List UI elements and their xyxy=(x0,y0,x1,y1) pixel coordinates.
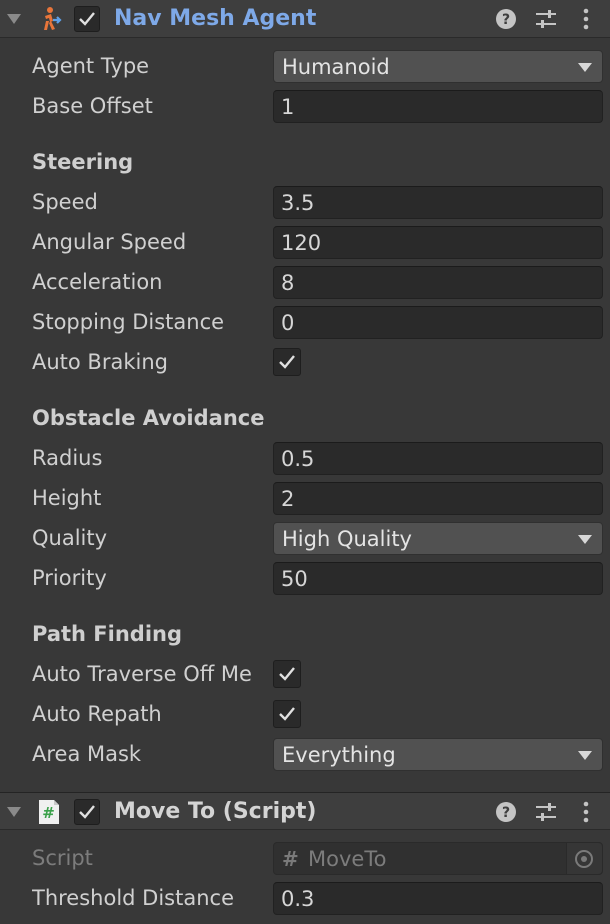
auto-braking-row: Auto Braking xyxy=(0,344,610,380)
stopping-distance-label: Stopping Distance xyxy=(32,310,225,334)
foldout-triangle-icon[interactable] xyxy=(6,11,22,27)
checkmark-icon xyxy=(279,667,295,681)
height-row: Height 2 xyxy=(0,480,610,516)
stopping-distance-value: 0 xyxy=(281,311,295,335)
object-picker-icon xyxy=(575,850,593,868)
checkmark-icon xyxy=(79,12,95,26)
dropdown-arrow-icon xyxy=(578,63,592,72)
svg-text:#: # xyxy=(42,804,55,822)
acceleration-field[interactable]: 8 xyxy=(273,266,603,299)
agent-type-label: Agent Type xyxy=(32,54,150,78)
base-offset-value: 1 xyxy=(281,95,295,119)
svg-text:?: ? xyxy=(502,805,510,821)
move-to-enabled-checkbox[interactable] xyxy=(74,799,100,825)
area-mask-value: Everything xyxy=(282,743,396,767)
agent-type-row: Agent Type Humanoid xyxy=(0,48,610,84)
csharp-script-icon: # xyxy=(39,800,59,824)
priority-field[interactable]: 50 xyxy=(273,562,603,595)
script-object-field: # MoveTo xyxy=(273,842,603,875)
script-file-icon: # xyxy=(282,847,299,871)
preset-sliders-icon[interactable] xyxy=(534,800,558,824)
height-field[interactable]: 2 xyxy=(273,482,603,515)
acceleration-value: 8 xyxy=(281,271,295,295)
obstacle-avoidance-heading: Obstacle Avoidance xyxy=(32,406,265,430)
angular-speed-label: Angular Speed xyxy=(32,230,187,254)
priority-value: 50 xyxy=(281,567,308,591)
svg-text:?: ? xyxy=(502,12,510,28)
dropdown-arrow-icon xyxy=(578,751,592,760)
radius-field[interactable]: 0.5 xyxy=(273,442,603,475)
angular-speed-field[interactable]: 120 xyxy=(273,226,603,259)
speed-row: Speed 3.5 xyxy=(0,184,610,220)
priority-label: Priority xyxy=(32,566,107,590)
threshold-distance-field[interactable]: 0.3 xyxy=(273,882,603,915)
kebab-menu-icon[interactable] xyxy=(574,800,598,824)
quality-dropdown[interactable]: High Quality xyxy=(273,522,603,555)
move-to-script-header[interactable]: # Move To (Script) ? xyxy=(0,792,610,830)
agent-type-dropdown[interactable]: Humanoid xyxy=(273,50,603,83)
agent-type-value: Humanoid xyxy=(282,55,390,79)
speed-label: Speed xyxy=(32,190,98,214)
threshold-distance-label: Threshold Distance xyxy=(32,886,234,910)
base-offset-label: Base Offset xyxy=(32,94,153,118)
kebab-menu-icon[interactable] xyxy=(574,7,598,31)
height-label: Height xyxy=(32,486,102,510)
radius-value: 0.5 xyxy=(281,447,315,471)
dropdown-arrow-icon xyxy=(578,535,592,544)
object-picker-button[interactable] xyxy=(566,843,602,874)
base-offset-field[interactable]: 1 xyxy=(273,90,603,123)
script-value: MoveTo xyxy=(308,847,387,871)
auto-repath-checkbox[interactable] xyxy=(273,700,301,728)
help-icon[interactable]: ? xyxy=(494,800,518,824)
checkmark-icon xyxy=(279,355,295,369)
quality-label: Quality xyxy=(32,526,108,550)
acceleration-label: Acceleration xyxy=(32,270,163,294)
auto-traverse-label: Auto Traverse Off Me xyxy=(32,662,252,686)
path-finding-heading: Path Finding xyxy=(32,622,183,646)
nav-mesh-agent-header[interactable]: Nav Mesh Agent ? xyxy=(0,0,610,38)
priority-row: Priority 50 xyxy=(0,560,610,596)
auto-traverse-row: Auto Traverse Off Me xyxy=(0,656,610,692)
speed-field[interactable]: 3.5 xyxy=(273,186,603,219)
speed-value: 3.5 xyxy=(281,191,315,215)
angular-speed-value: 120 xyxy=(281,231,322,255)
area-mask-dropdown[interactable]: Everything xyxy=(273,738,603,771)
threshold-distance-row: Threshold Distance 0.3 xyxy=(0,880,610,916)
checkmark-icon xyxy=(279,707,295,721)
auto-repath-label: Auto Repath xyxy=(32,702,162,726)
quality-row: Quality High Quality xyxy=(0,520,610,556)
steering-heading: Steering xyxy=(32,150,134,174)
stopping-distance-field[interactable]: 0 xyxy=(273,306,603,339)
auto-repath-row: Auto Repath xyxy=(0,696,610,732)
auto-traverse-checkbox[interactable] xyxy=(273,660,301,688)
quality-value: High Quality xyxy=(282,527,412,551)
script-row: Script # MoveTo xyxy=(0,840,610,876)
radius-row: Radius 0.5 xyxy=(0,440,610,476)
auto-braking-label: Auto Braking xyxy=(32,350,168,374)
radius-label: Radius xyxy=(32,446,103,470)
threshold-distance-value: 0.3 xyxy=(281,887,315,911)
angular-speed-row: Angular Speed 120 xyxy=(0,224,610,260)
component-title: Nav Mesh Agent xyxy=(114,6,317,31)
nav-mesh-agent-icon xyxy=(44,7,62,30)
nav-mesh-agent-enabled-checkbox[interactable] xyxy=(74,6,100,32)
area-mask-label: Area Mask xyxy=(32,742,142,766)
height-value: 2 xyxy=(281,487,295,511)
area-mask-row: Area Mask Everything xyxy=(0,736,610,772)
acceleration-row: Acceleration 8 xyxy=(0,264,610,300)
preset-sliders-icon[interactable] xyxy=(534,7,558,31)
script-label: Script xyxy=(32,846,93,870)
help-icon[interactable]: ? xyxy=(494,7,518,31)
checkmark-icon xyxy=(79,805,95,819)
stopping-distance-row: Stopping Distance 0 xyxy=(0,304,610,340)
auto-braking-checkbox[interactable] xyxy=(273,348,301,376)
base-offset-row: Base Offset 1 xyxy=(0,88,610,124)
foldout-triangle-icon[interactable] xyxy=(6,804,22,820)
component-title: Move To (Script) xyxy=(114,799,317,824)
